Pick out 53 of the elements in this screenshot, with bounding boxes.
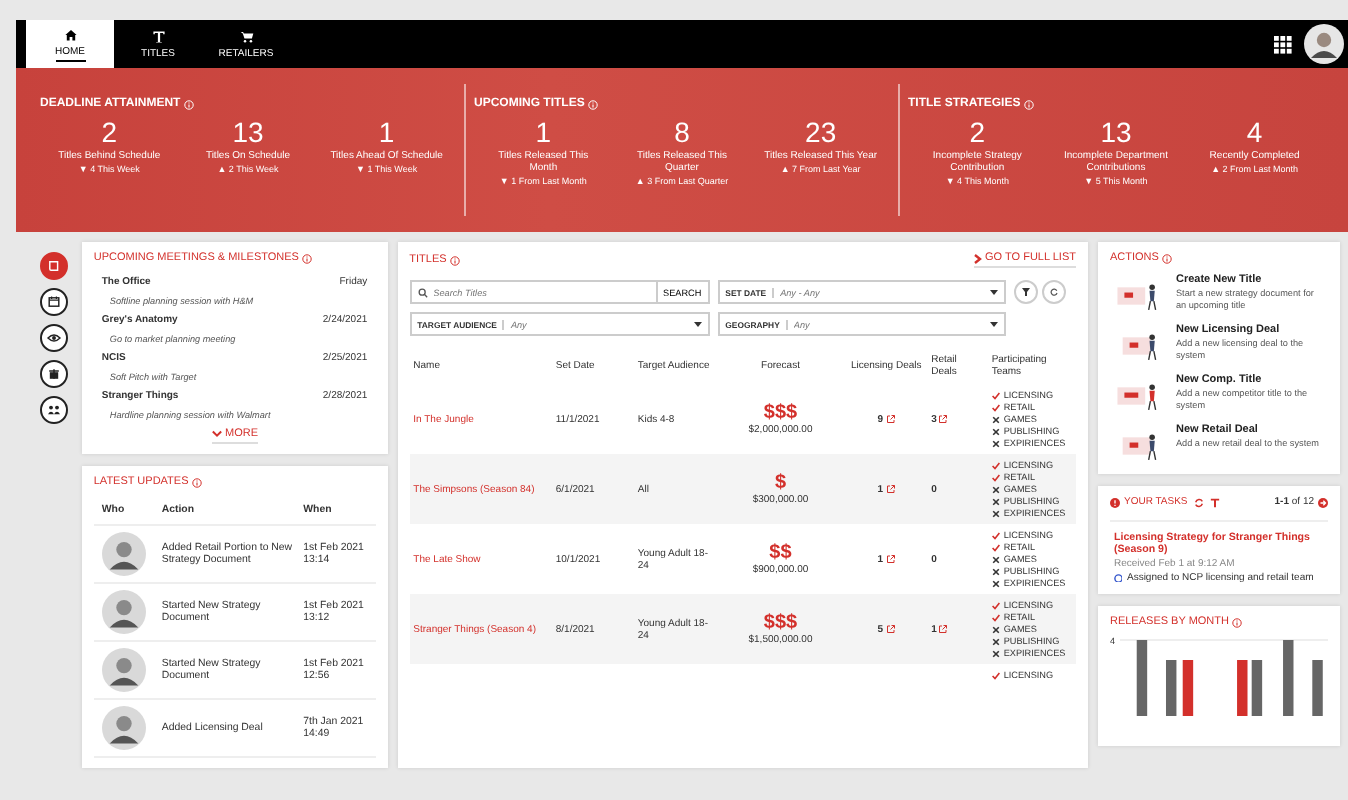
info-icon (192, 477, 203, 487)
stat-value: 13 (232, 116, 264, 148)
forecast-rating: $$$ (761, 402, 800, 424)
text-t-icon (151, 29, 165, 43)
info-icon (1024, 99, 1035, 109)
external-link-icon[interactable] (885, 554, 895, 564)
external-link-icon[interactable] (885, 484, 895, 494)
calendar-icon[interactable] (40, 288, 68, 316)
forecast-rating: $$$ (761, 612, 800, 634)
user-avatar-icon[interactable] (1304, 24, 1344, 64)
forecast-rating: $$ (767, 542, 794, 564)
avatar-icon (101, 532, 146, 576)
caret-icon (989, 320, 998, 328)
stat-value: 4 (1246, 116, 1263, 148)
eye-icon[interactable] (40, 324, 68, 352)
info-icon (1232, 617, 1243, 627)
info-icon (184, 99, 195, 109)
stat-value: 8 (674, 116, 690, 148)
alert-icon (1109, 497, 1120, 507)
stat-value: 2 (101, 116, 118, 148)
stat-value: 23 (805, 116, 837, 148)
gift-icon[interactable] (40, 360, 68, 388)
apps-grid-icon[interactable] (1274, 35, 1292, 53)
stat-value: 13 (1100, 116, 1132, 148)
info-icon (450, 255, 461, 265)
info-icon (588, 99, 599, 109)
circle-icon (1113, 573, 1123, 582)
chevron-down-icon (211, 430, 222, 438)
search-icon (417, 287, 428, 297)
stat-value: 1 (535, 116, 552, 148)
external-link-icon[interactable] (885, 624, 895, 634)
avatar-icon (101, 706, 146, 750)
refresh-icon[interactable] (1193, 497, 1204, 507)
caret-icon (989, 288, 998, 296)
refresh-button[interactable] (1041, 280, 1066, 304)
stat-value: 2 (969, 116, 986, 148)
external-link-icon[interactable] (938, 624, 949, 634)
chevron-right-icon (973, 253, 982, 263)
forecast-rating: $ (772, 472, 789, 494)
info-icon (302, 253, 313, 263)
cart-icon (239, 29, 253, 43)
people-icon[interactable] (40, 396, 68, 424)
next-arrow-icon[interactable] (1318, 497, 1329, 507)
refresh-icon (1049, 288, 1058, 296)
filter-button[interactable] (1013, 280, 1038, 304)
avatar-icon (101, 648, 146, 692)
stat-value: 1 (378, 116, 395, 148)
caret-icon (693, 320, 702, 328)
home-icon (63, 27, 77, 41)
external-link-icon[interactable] (938, 414, 949, 424)
external-link-icon[interactable] (885, 414, 895, 424)
avatar-icon (101, 590, 146, 634)
info-icon (1162, 253, 1173, 263)
